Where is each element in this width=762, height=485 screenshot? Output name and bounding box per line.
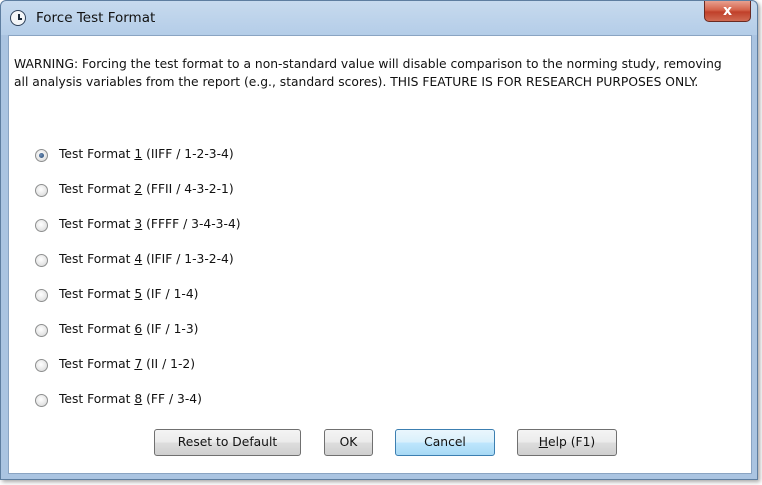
warning-text: WARNING: Forcing the test format to a no… [14,57,722,89]
radio-unchecked-icon[interactable] [35,184,48,197]
option-label: Test Format 7 (II / 1-2) [59,357,196,371]
radio-unchecked-icon[interactable] [35,289,48,302]
option-label: Test Format 5 (IF / 1-4) [59,287,199,301]
help-label: elp (F1) [548,435,596,449]
option-label: Test Format 6 (IF / 1-3) [59,322,199,336]
option-label: Test Format 1 (IIFF / 1-2-3-4) [59,147,234,161]
help-mnemonic: H [538,435,549,449]
title-bar[interactable]: Force Test Format x [1,1,757,35]
radio-unchecked-icon[interactable] [35,359,48,372]
option-label: Test Format 4 (IFIF / 1-3-2-4) [59,252,234,266]
radio-unchecked-icon[interactable] [35,219,48,232]
clock-icon [10,10,26,26]
reset-to-default-button[interactable]: Reset to Default [154,429,301,456]
option-label: Test Format 2 (FFII / 4-3-2-1) [59,182,234,196]
option-label: Test Format 3 (FFFF / 3-4-3-4) [59,217,241,231]
close-icon: x [722,3,733,19]
radio-unchecked-icon[interactable] [35,324,48,337]
radio-unchecked-icon[interactable] [35,254,48,267]
help-button[interactable]: Help (F1) [517,429,617,456]
dialog-window: Force Test Format x WARNING: Forcing the… [0,0,758,480]
radio-checked-icon[interactable] [35,149,48,162]
radio-unchecked-icon[interactable] [35,394,48,407]
ok-button[interactable]: OK [324,429,373,456]
dialog-content: WARNING: Forcing the test format to a no… [8,35,752,474]
window-title: Force Test Format [36,10,156,26]
option-label: Test Format 8 (FF / 3-4) [59,392,202,406]
close-button[interactable]: x [704,1,751,22]
cancel-button[interactable]: Cancel [395,429,495,456]
